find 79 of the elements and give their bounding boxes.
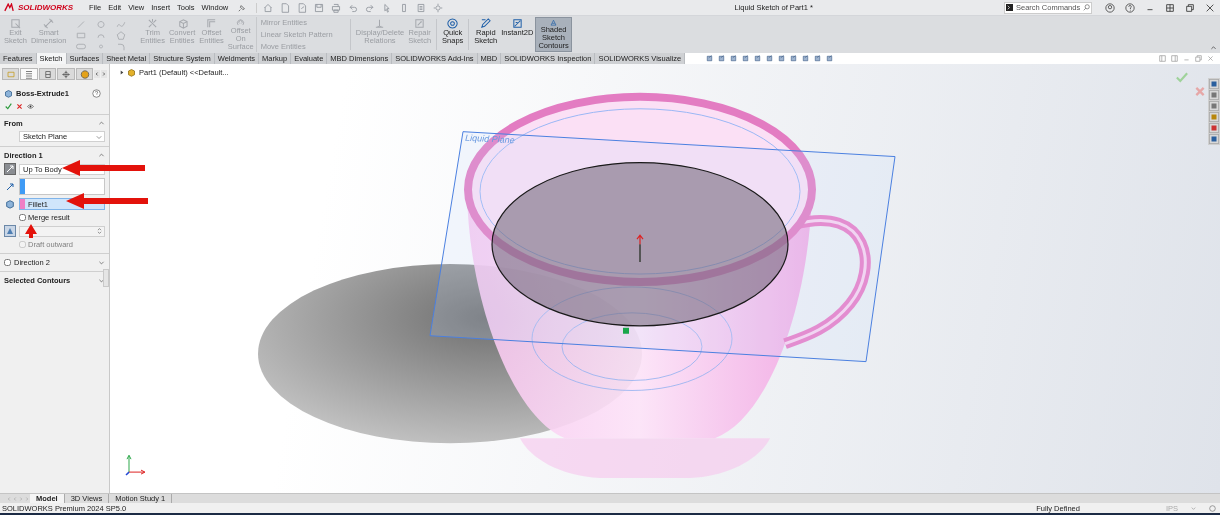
cancel-x-icon[interactable] <box>16 103 23 110</box>
offset-surface-icon <box>235 18 247 28</box>
user-account-icon[interactable] <box>1105 2 1115 13</box>
relations-icon <box>374 18 386 29</box>
pin-icon[interactable] <box>238 3 247 12</box>
slot-icon[interactable] <box>76 42 87 51</box>
offset-icon <box>206 18 217 29</box>
preview-eye-icon[interactable] <box>27 103 34 110</box>
solidworks-logo-icon <box>4 3 14 12</box>
panel-tab[interactable] <box>75 68 94 80</box>
scroll-right-icon[interactable] <box>101 70 107 78</box>
polygon-icon[interactable] <box>116 31 127 40</box>
panel-tab[interactable] <box>20 68 38 80</box>
extrude-icon <box>4 89 13 98</box>
help-icon[interactable] <box>92 89 101 98</box>
feature-tree-icon <box>5 69 16 79</box>
crosshair-icon <box>61 69 72 79</box>
repair-icon <box>414 18 426 29</box>
expand-arrow-icon[interactable] <box>120 70 124 75</box>
tile-window-icon[interactable] <box>1165 2 1175 13</box>
caret-icon[interactable] <box>1190 504 1197 512</box>
reverse-direction-icon[interactable] <box>4 163 16 175</box>
shaded-contour-icon <box>548 19 560 27</box>
arc-icon[interactable] <box>96 31 107 40</box>
ok-check-icon[interactable] <box>5 103 12 110</box>
annotation-arrow <box>25 224 37 238</box>
exit-sketch-icon <box>9 18 21 29</box>
caret-icon <box>96 133 102 140</box>
dimension-icon <box>43 18 55 29</box>
fillet-icon[interactable] <box>116 42 127 51</box>
save-icon[interactable] <box>314 2 325 13</box>
snap-icon <box>447 18 459 29</box>
cube-icon <box>176 18 188 29</box>
undo-icon[interactable] <box>348 2 359 13</box>
checkbox[interactable] <box>19 214 26 221</box>
solid-body-icon <box>5 199 15 209</box>
plane-label: Liquid Plane <box>464 132 515 146</box>
part-icon <box>127 68 136 77</box>
search-icon <box>1083 4 1090 11</box>
panel-tab[interactable] <box>57 68 75 80</box>
axis-triad-drawing <box>125 454 146 476</box>
pane-left-icon[interactable] <box>1159 55 1166 62</box>
draft-icon[interactable] <box>4 225 16 237</box>
pane-right-icon[interactable] <box>1171 55 1178 62</box>
panel-tab[interactable] <box>2 68 20 80</box>
property-list-icon <box>24 69 35 79</box>
sketch-point <box>623 327 629 334</box>
print-icon[interactable] <box>331 2 342 13</box>
pencil-icon <box>480 18 492 29</box>
collapse-chevron-icon[interactable] <box>98 152 105 159</box>
rectangle-icon[interactable] <box>76 31 87 40</box>
instant-dimension-icon <box>511 18 523 29</box>
scroll-left-icon[interactable] <box>94 70 101 78</box>
panel-splitter-handle[interactable] <box>103 269 109 287</box>
trim-icon <box>147 18 159 29</box>
open-document-icon[interactable] <box>297 2 308 13</box>
notification-icon[interactable] <box>1209 504 1216 512</box>
configuration-icon <box>42 69 53 79</box>
panel-tab[interactable] <box>38 68 57 80</box>
cursor-icon[interactable] <box>382 2 393 13</box>
new-document-icon[interactable] <box>280 2 291 13</box>
collapse-ribbon-icon[interactable] <box>1210 44 1217 51</box>
close-icon[interactable] <box>1205 2 1215 13</box>
sketch-origin-icon <box>636 234 644 264</box>
expand-chevron-icon[interactable] <box>98 259 105 266</box>
direction-arrow-icon <box>5 181 15 192</box>
redo-icon[interactable] <box>365 2 376 13</box>
app-logo: SOLIDWORKS <box>18 3 74 12</box>
spline-icon[interactable] <box>116 20 127 29</box>
collapse-chevron-icon[interactable] <box>98 120 105 127</box>
expand-chevron-icon[interactable] <box>98 277 105 284</box>
help-icon[interactable] <box>1125 2 1135 13</box>
direction-selection-box[interactable] <box>19 178 105 195</box>
confirm-check-icon[interactable] <box>1176 72 1188 83</box>
spin-arrows-icon <box>97 227 102 235</box>
command-prompt-icon <box>1006 4 1013 11</box>
checkbox[interactable] <box>4 259 11 266</box>
restore-icon[interactable] <box>1185 2 1195 13</box>
file-properties-icon[interactable] <box>416 2 427 13</box>
